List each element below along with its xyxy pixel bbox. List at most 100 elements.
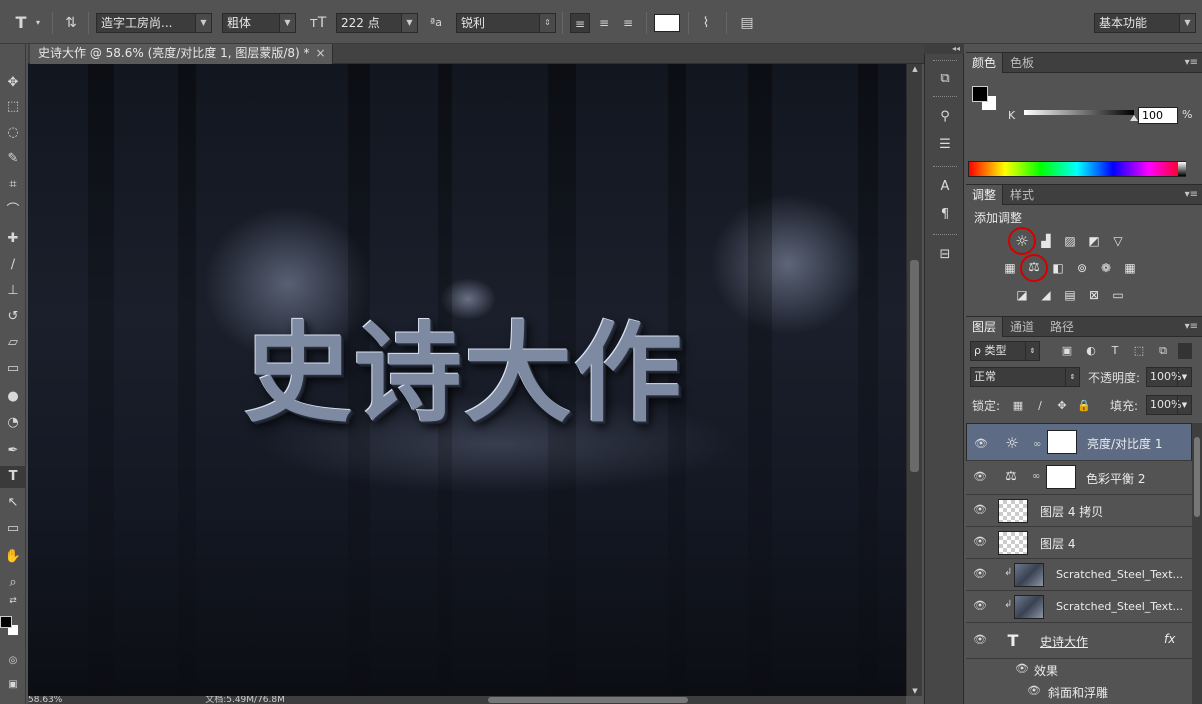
eyedropper-tool-icon[interactable]: ⌒ [0,200,26,222]
hand-tool-icon[interactable]: ✋ [0,546,26,568]
vibrance-icon[interactable]: ▽ [1108,232,1128,250]
layers-scroll-thumb[interactable] [1194,437,1200,517]
visibility-eye-icon[interactable]: 👁 [972,535,988,548]
layer-name[interactable]: 色彩平衡 2 [1086,470,1145,487]
fx-icon[interactable]: fx [1164,632,1175,646]
document-tab[interactable]: 史诗大作 @ 58.6% (亮度/对比度 1, 图层蒙版/8) * × [30,44,333,64]
layer-row-text[interactable]: 👁 T 史诗大作 fx [966,623,1192,659]
filter-shape-icon[interactable]: ⬚ [1130,343,1148,359]
k-slider-thumb[interactable] [1130,115,1138,121]
path-select-tool-icon[interactable]: ↖ [0,492,26,514]
dodge-tool-icon[interactable]: ◔ [0,412,26,434]
align-left-icon[interactable]: ≡ [570,13,590,33]
rectangle-tool-icon[interactable]: ▭ [0,518,26,540]
antialias-select[interactable]: 锐利 ⇕ [456,13,556,33]
layer-row-layer4[interactable]: 👁 图层 4 [966,527,1192,559]
threshold-icon[interactable]: ▤ [1060,286,1080,304]
layer-row-bevel-emboss[interactable]: 👁 斜面和浮雕 [966,681,1192,703]
smart-object-thumbnail[interactable] [1014,595,1044,619]
filter-type-icon[interactable]: T [1106,343,1124,359]
filter-toggle-icon[interactable] [1178,343,1192,359]
type-tool-icon[interactable]: T [0,466,26,488]
blend-mode-select[interactable]: 正常 ⇕ [970,367,1080,387]
canvas-area[interactable]: 史诗大作 [28,64,906,696]
screen-mode-icon[interactable]: ▣ [0,674,26,696]
tab-swatches[interactable]: 色板 [1004,53,1040,73]
gradient-tool-icon[interactable]: ▭ [0,358,26,380]
lasso-tool-icon[interactable]: ◌ [0,122,26,144]
filter-smart-object-icon[interactable]: ⧉ [1154,343,1172,359]
properties-panel-icon[interactable]: ⊟ [931,244,959,266]
marquee-tool-icon[interactable]: ⬚ [0,96,26,118]
tab-adjustments[interactable]: 调整 [966,185,1004,205]
quick-select-tool-icon[interactable]: ✎ [0,148,26,170]
font-family-select[interactable]: 造字工房尚... ▼ [96,13,212,33]
move-tool-icon[interactable]: ✥ [0,72,26,94]
layer-row-steel-1[interactable]: 👁 ↲ Scratched_Steel_Text... [966,559,1192,591]
color-spectrum-bar[interactable] [968,161,1186,177]
opacity-input[interactable]: 100% ▼ [1146,367,1192,387]
layer-mask-thumbnail[interactable] [1047,430,1077,454]
dock-grip[interactable] [933,60,957,63]
visibility-eye-icon[interactable]: 👁 [972,503,988,516]
dock-grip[interactable] [933,234,957,237]
layer-name[interactable]: Scratched_Steel_Text... [1056,568,1183,581]
layer-thumbnail[interactable] [998,531,1028,555]
document-artwork[interactable]: 史诗大作 [28,64,906,696]
visibility-eye-icon[interactable]: 👁 [1026,684,1042,697]
layer-row-layer4-copy[interactable]: 👁 图层 4 拷贝 [966,495,1192,527]
gradient-map-icon[interactable]: ▭ [1108,286,1128,304]
color-lookup-icon[interactable]: ▦ [1120,259,1140,277]
history-panel-icon[interactable]: ⧉ [931,68,959,90]
text-orientation-icon[interactable]: ⇅ [60,13,82,33]
visibility-eye-icon[interactable]: 👁 [972,567,988,580]
link-icon[interactable]: ∞ [1032,471,1040,482]
healing-brush-tool-icon[interactable]: ✚ [0,228,26,250]
layer-name[interactable]: 史诗大作 [1040,633,1088,650]
visibility-eye-icon[interactable]: 👁 [1014,662,1030,675]
close-icon[interactable]: × [315,44,325,63]
black-white-icon[interactable]: ◧ [1048,259,1068,277]
status-zoom[interactable]: 58.63% [28,696,62,704]
layer-mask-thumbnail[interactable] [1046,465,1076,489]
layer-name[interactable]: 效果 [1034,662,1058,679]
layers-scrollbar[interactable] [1192,423,1202,704]
filter-pixel-icon[interactable]: ▣ [1058,343,1076,359]
exposure-icon[interactable]: ◩ [1084,232,1104,250]
link-icon[interactable]: ∞ [1033,436,1041,454]
filter-adjustment-icon[interactable]: ◐ [1082,343,1100,359]
brush-tool-icon[interactable]: ∕ [0,254,26,276]
layer-name[interactable]: Scratched_Steel_Text... [1056,600,1183,613]
levels-icon[interactable]: ▟ [1036,232,1056,250]
font-style-select[interactable]: 粗体 ▼ [222,13,296,33]
swap-colors-icon[interactable]: ⇄ [0,594,26,608]
channel-mixer-icon[interactable]: ❁ [1096,259,1116,277]
blur-tool-icon[interactable]: ● [0,386,26,408]
visibility-eye-icon[interactable]: 👁 [972,633,988,646]
vertical-scrollbar[interactable]: ▲ ▼ [906,64,922,696]
brush-settings-icon[interactable]: ☰ [931,134,959,156]
zoom-tool-icon[interactable]: ⌕ [0,572,26,594]
vertical-scroll-thumb[interactable] [910,260,919,472]
panel-menu-icon[interactable]: ▾≡ [1185,317,1198,337]
layer-row-color-balance[interactable]: 👁 ⚖ ∞ 色彩平衡 2 [966,461,1192,495]
foreground-color-swatch[interactable] [972,86,988,102]
layer-kind-select[interactable]: ρ 类型 ⇕ [970,341,1040,361]
layer-row-steel-2[interactable]: 👁 ↲ Scratched_Steel_Text... [966,591,1192,623]
align-right-icon[interactable]: ≡ [618,13,638,33]
crop-tool-icon[interactable]: ⌗ [0,174,26,196]
visibility-eye-icon[interactable]: 👁 [972,470,988,483]
photo-filter-icon[interactable]: ⊚ [1072,259,1092,277]
scroll-down-icon[interactable]: ▼ [907,686,923,696]
selective-color-icon[interactable]: ⊠ [1084,286,1104,304]
invert-icon[interactable]: ◪ [1012,286,1032,304]
fill-input[interactable]: 100% ▼ [1146,395,1192,415]
font-size-select[interactable]: 222 点 ▼ [336,13,418,33]
quick-mask-icon[interactable]: ◎ [0,650,26,672]
layer-thumbnail[interactable] [998,499,1028,523]
tab-styles[interactable]: 样式 [1004,185,1040,205]
pen-tool-icon[interactable]: ✒ [0,440,26,462]
hue-saturation-icon[interactable]: ▦ [1000,259,1020,277]
foreground-color-swatch[interactable] [0,616,12,628]
panel-menu-icon[interactable]: ▾≡ [1185,185,1198,205]
